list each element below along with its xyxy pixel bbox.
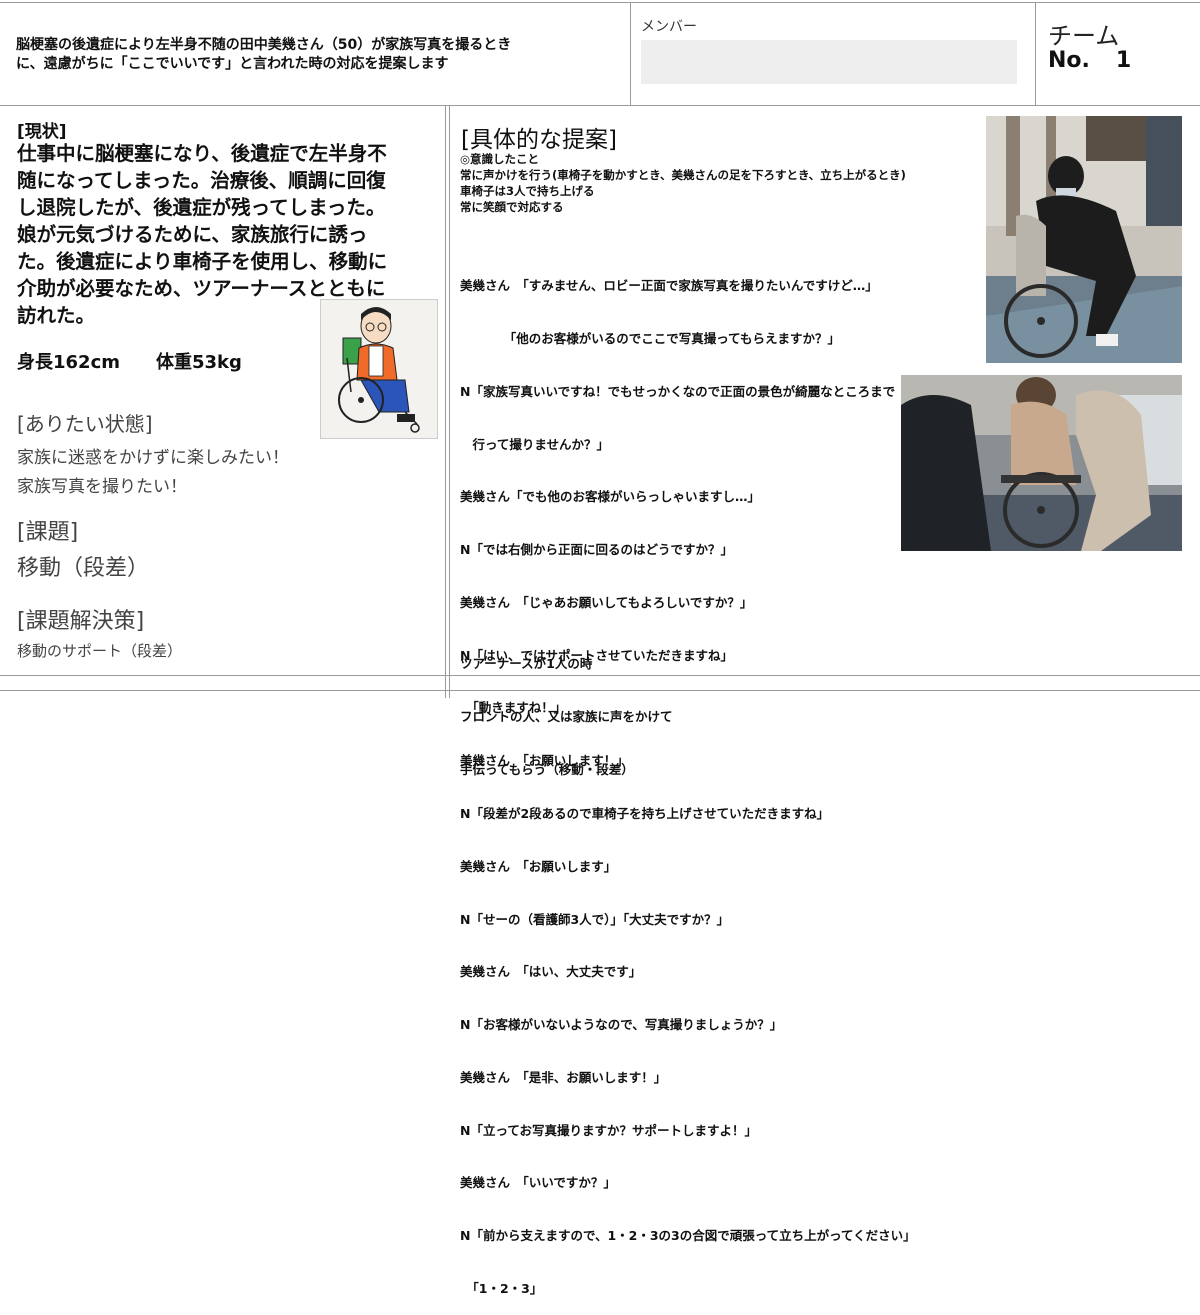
dialogue-line: N「せーの（看護師3人で）」「大丈夫ですか？」 xyxy=(460,911,730,927)
dialogue-line: N「家族写真いいですね！でもせっかくなので正面の景色が綺麗なところまで xyxy=(460,383,896,399)
note-line: 常に笑顔で対応する xyxy=(460,200,564,214)
header-divider-2 xyxy=(1035,2,1036,106)
dialogue-line: 美幾さん 「すみません、ロビー正面で家族写真を撮りたいんですけど…」 xyxy=(460,278,878,294)
top-border xyxy=(0,2,1200,3)
team-number: No. 1 xyxy=(1048,48,1131,73)
title-line-1: 脳梗塞の後遺症により左半身不随の田中美幾さん（50）が家族写真を撮るとき xyxy=(16,37,512,53)
dialogue-line: 美幾さん 「はい、大丈夫です」 xyxy=(460,964,642,980)
title-line-2: に、遠慮がちに「ここでいいです」と言われた時の対応を提案します xyxy=(16,56,449,72)
dialogue-line: 行って撮りませんか？」 xyxy=(460,436,610,452)
ideal-state-line: 家族写真を撮りたい！ xyxy=(17,477,187,497)
dialogue-line: 美幾さん 「お願いします」 xyxy=(460,858,617,874)
note-line: ◎意識したこと xyxy=(460,152,540,166)
dialogue-line: N「では右側から正面に回るのはどうですか？」 xyxy=(460,542,733,558)
body-divider-b xyxy=(449,106,450,698)
proposal-heading: [具体的な提案] xyxy=(461,127,617,153)
weight-text: 体重53kg xyxy=(156,352,242,373)
note-line: 常に声かけを行う(車椅子を動かすとき、美幾さんの足を下ろすとき、立ち上がるとき) xyxy=(460,168,906,182)
page-title: 脳梗塞の後遺症により左半身不随の田中美幾さん（50）が家族写真を撮るとき に、遠… xyxy=(16,36,616,74)
dialogue-line: 美幾さん「でも他のお客様がいらっしゃいますし…」 xyxy=(460,489,761,505)
status-line: し退院したが、後遺症が残ってしまった。 xyxy=(17,196,386,219)
team-label: チーム xyxy=(1048,22,1120,50)
issue-body: 移動（段差） xyxy=(17,556,150,581)
dialogue-line: 美幾さん 「じゃあお願いしてもよろしいですか？」 xyxy=(460,594,753,610)
dialogue-line: N「お客様がいないようなので、写真撮りましょうか？」 xyxy=(460,1017,783,1033)
proposal-footer: ツアーナースが1人の時 フロントの人、又は家族に声をかけて 手伝ってもらう（移動… xyxy=(460,620,673,796)
photo-nurses-lifting-wheelchair xyxy=(901,375,1182,551)
status-line: 随になってしまった。治療後、順調に回復 xyxy=(17,169,386,192)
dialogue-line: N「立ってお写真撮りますか？サポートしますよ！」 xyxy=(460,1122,757,1138)
body-divider-a xyxy=(445,106,446,698)
dialogue-line: 「他のお客様がいるのでここで写真撮ってもらえますか？」 xyxy=(460,330,841,346)
header-divider-1 xyxy=(630,2,631,106)
footer-line: 手伝ってもらう（移動・段差） xyxy=(460,761,634,777)
status-line: た。後遺症により車椅子を使用し、移動に xyxy=(17,250,388,273)
wheelchair-drawing xyxy=(321,300,437,438)
solution-body: 移動のサポート（段差） xyxy=(17,642,183,660)
member-field xyxy=(641,40,1017,84)
photo-nurse-helping-stand xyxy=(986,116,1182,363)
status-line: 仕事中に脳梗塞になり、後遺症で左半身不 xyxy=(17,142,387,165)
member-label: メンバー xyxy=(641,19,697,35)
status-line: 介助が必要なため、ツアーナースとともに xyxy=(17,277,386,300)
header-bottom-border xyxy=(0,105,1200,106)
dialogue-line: N「前から支えますので、1・2・3の3の合図で頑張って立ち上がってください」 xyxy=(460,1228,916,1244)
dialogue-line: N「段差が2段あるので車椅子を持ち上げさせていただきますね」 xyxy=(460,806,830,821)
body-measurements: 身長162cm 体重53kg xyxy=(17,348,242,374)
issue-heading: [課題] xyxy=(17,520,79,545)
footer-line: ツアーナースが1人の時 xyxy=(460,656,593,672)
ideal-state-heading: [ありたい状態] xyxy=(17,412,153,436)
patient-illustration xyxy=(320,299,438,439)
dialogue-line: 「1・2・3」 xyxy=(460,1281,543,1297)
ideal-state-line: 家族に迷惑をかけずに楽しみたい！ xyxy=(17,448,289,468)
dialogue-line: 美幾さん 「是非、お願いします！」 xyxy=(460,1069,667,1085)
note-line: 車椅子は3人で持ち上げる xyxy=(460,184,595,198)
team-no-label: No. xyxy=(1048,48,1090,73)
team-no-value: 1 xyxy=(1115,48,1132,73)
status-heading: [現状] xyxy=(17,122,67,142)
footer-line: フロントの人、又は家族に声をかけて xyxy=(460,708,673,724)
dialogue-line: 美幾さん 「いいですか？」 xyxy=(460,1175,616,1191)
height-text: 身長162cm xyxy=(17,352,120,373)
solution-heading: [課題解決策] xyxy=(17,609,145,634)
proposal-notes: ◎意識したこと 常に声かけを行う(車椅子を動かすとき、美幾さんの足を下ろすとき、… xyxy=(460,151,906,215)
status-line: 娘が元気づけるために、家族旅行に誘っ xyxy=(17,223,368,246)
